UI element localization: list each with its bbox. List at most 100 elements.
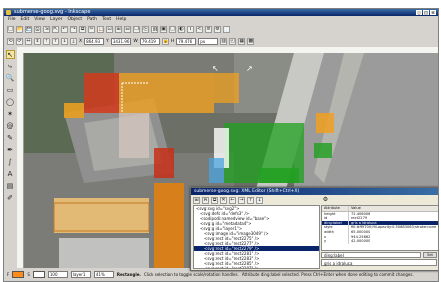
menu-text[interactable]: Text xyxy=(102,16,111,23)
maximize-button[interactable]: □ xyxy=(423,10,429,15)
xml-editor-icon[interactable]: <> xyxy=(196,25,203,33)
rotate-ccw-icon[interactable]: ⟲ xyxy=(7,37,14,45)
stroke-label: S xyxy=(27,272,30,277)
minimize-button[interactable]: _ xyxy=(416,10,422,15)
attribute-list[interactable]: Attribute Value height 72.406006 id rect227… xyxy=(321,205,438,251)
dropper-tool-icon[interactable]: ✐ xyxy=(6,194,15,203)
group-icon[interactable]: ▣ xyxy=(160,25,167,33)
attribute-name-input[interactable]: ding:label xyxy=(321,252,421,258)
star-tool-icon[interactable]: ✶ xyxy=(6,110,15,119)
fill-swatch[interactable] xyxy=(12,271,25,278)
fill-label: F xyxy=(7,272,10,277)
menu-object[interactable]: Object xyxy=(67,16,82,23)
menu-view[interactable]: View xyxy=(34,16,45,23)
unlink-icon[interactable]: ⛓ xyxy=(151,25,158,33)
stroke-swatch[interactable] xyxy=(32,271,45,278)
transform-patterns-icon[interactable]: ▩ xyxy=(247,37,255,45)
menu-file[interactable]: File xyxy=(8,16,16,23)
w-label: W xyxy=(133,38,138,44)
attribute-value-input[interactable]: gris a idraluca xyxy=(321,259,437,266)
preferences-icon[interactable]: ⚙ xyxy=(214,25,221,33)
status-message: Click selection to toggle scale/rotation… xyxy=(143,272,239,277)
selector-tool-icon[interactable]: ↖ xyxy=(5,50,15,59)
unindent-icon[interactable]: ← xyxy=(229,196,236,204)
clone-icon[interactable]: ⎘ xyxy=(142,25,149,33)
x-field[interactable]: 864.93 xyxy=(84,37,105,45)
duplicate-node-icon[interactable]: ⧉ xyxy=(211,196,218,204)
xml-editor-title[interactable]: submerse-goog.svg: XML Editor (Shift+Ctr… xyxy=(191,188,438,195)
print-icon[interactable]: ⎙ xyxy=(34,25,41,33)
new-icon[interactable]: □ xyxy=(7,25,14,33)
opacity-field[interactable]: 100 xyxy=(47,271,68,278)
lock-icon[interactable]: 🔒 xyxy=(161,37,169,45)
menu-layer[interactable]: Layer xyxy=(50,16,63,23)
spiral-tool-icon[interactable]: @ xyxy=(6,122,15,131)
close-button[interactable]: × xyxy=(430,10,436,15)
w-field[interactable]: 79.419 xyxy=(139,37,160,45)
transform-gradients-icon[interactable]: ▦ xyxy=(238,37,246,45)
open-icon[interactable]: 📂 xyxy=(16,25,23,33)
menu-help[interactable]: Help xyxy=(116,16,126,23)
rotate-cw-icon[interactable]: ⟳ xyxy=(16,37,23,45)
save-icon[interactable]: 💾 xyxy=(25,25,32,33)
redo-icon[interactable]: ↷ xyxy=(70,25,77,33)
x-label: X xyxy=(79,38,83,44)
indent-icon[interactable]: → xyxy=(238,196,245,204)
new-element-node-icon[interactable]: ⊞ xyxy=(193,196,200,204)
scale-corners-icon[interactable]: ◰ xyxy=(229,37,237,45)
node-tool-icon[interactable]: ⤷ xyxy=(6,62,15,71)
vertical-ruler[interactable] xyxy=(17,53,24,268)
undo-icon[interactable]: ↶ xyxy=(61,25,68,33)
duplicate-icon[interactable]: ❐ xyxy=(133,25,140,33)
gradient-tool-icon[interactable]: ▤ xyxy=(6,182,15,191)
ellipse-tool-icon[interactable]: ◯ xyxy=(6,98,15,107)
menu-edit[interactable]: Edit xyxy=(21,16,30,23)
lower-icon[interactable]: ↓ xyxy=(61,37,68,45)
lower-bottom-icon[interactable]: ⤓ xyxy=(70,37,77,45)
xml-node-tree[interactable]: <svg:svg id="svg2"> <svg:defs id="defs3" … xyxy=(193,205,320,269)
raise-icon[interactable]: ↑ xyxy=(52,37,59,45)
pencil-tool-icon[interactable]: ✎ xyxy=(6,134,15,143)
commands-toolbar: □📂💾⎙⇲⇱↶↷⧉✂📋⊡⊞⊟❐⎘⛓▣▢◐T<>≡⚙📄 xyxy=(4,24,438,34)
rect-tool-icon[interactable]: ▭ xyxy=(6,86,15,95)
copy-icon[interactable]: ⧉ xyxy=(79,25,86,33)
zoom-field[interactable]: 41% xyxy=(93,271,114,278)
zoom-page-icon[interactable]: ⊟ xyxy=(124,25,131,33)
flip-horizontal-icon[interactable]: ⇔ xyxy=(25,37,32,45)
window-title: submerse-goog.svg - Inkscape xyxy=(14,9,91,15)
unit-select[interactable]: px xyxy=(198,37,219,45)
calligraphy-tool-icon[interactable]: ∫ xyxy=(6,158,15,167)
inkscape-window: submerse-goog.svg - Inkscape _ □ × File … xyxy=(3,8,439,282)
y-field[interactable]: 3431.96 xyxy=(110,37,132,45)
layer-select[interactable]: layer1 xyxy=(70,271,91,278)
h-field[interactable]: 79.476 xyxy=(176,37,197,45)
menu-path[interactable]: Path xyxy=(87,16,97,23)
new-text-node-icon[interactable]: A xyxy=(202,196,209,204)
set-attribute-icon[interactable]: ⚙ xyxy=(321,196,330,204)
text-font-icon[interactable]: T xyxy=(187,25,194,33)
pen-tool-icon[interactable]: ✒ xyxy=(6,146,15,155)
raise-top-icon[interactable]: ⤒ xyxy=(43,37,50,45)
attribute-row[interactable]: y 42.000000 xyxy=(322,239,438,244)
delete-node-icon[interactable]: ✕ xyxy=(220,196,227,204)
set-button[interactable]: Set xyxy=(423,252,437,258)
export-icon[interactable]: ⇱ xyxy=(52,25,59,33)
import-icon[interactable]: ⇲ xyxy=(43,25,50,33)
raise-icon[interactable]: ↑ xyxy=(247,196,254,204)
scale-stroke-icon[interactable]: ▥ xyxy=(220,37,228,45)
h-label: H xyxy=(170,38,175,44)
lower-icon[interactable]: ↓ xyxy=(256,196,263,204)
toolbox: ↖ ⤷ 🔍 ▭ ◯ ✶ @ ✎ ✒ ∫ A ▤ ✐ xyxy=(4,47,16,270)
cut-icon[interactable]: ✂ xyxy=(88,25,95,33)
fill-stroke-icon[interactable]: ◐ xyxy=(178,25,185,33)
ungroup-icon[interactable]: ▢ xyxy=(169,25,176,33)
title-bar[interactable]: submerse-goog.svg - Inkscape _ □ × xyxy=(4,9,438,16)
text-tool-icon[interactable]: A xyxy=(6,170,15,179)
document-properties-icon[interactable]: 📄 xyxy=(223,25,230,33)
zoom-selection-icon[interactable]: ⊡ xyxy=(106,25,113,33)
zoom-tool-icon[interactable]: 🔍 xyxy=(6,74,15,83)
flip-vertical-icon[interactable]: ⇕ xyxy=(34,37,41,45)
zoom-drawing-icon[interactable]: ⊞ xyxy=(115,25,122,33)
align-icon[interactable]: ≡ xyxy=(205,25,212,33)
paste-icon[interactable]: 📋 xyxy=(97,25,104,33)
